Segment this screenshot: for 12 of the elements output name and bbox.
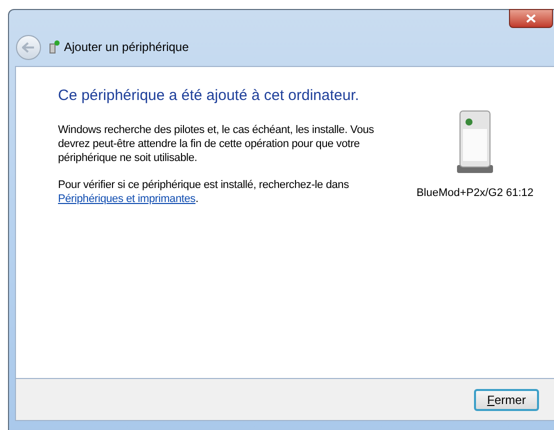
close-icon bbox=[526, 14, 536, 23]
device-add-icon bbox=[49, 40, 60, 54]
description-text: Windows recherche des pilotes et, le cas échéant, les installe. Vous devrez peut-être attendre la fin de cette opération pour que votre périphérique ne soit utilisable. bbox=[58, 122, 375, 164]
device-tower-icon bbox=[455, 109, 495, 175]
instruction-text: Pour vérifier si ce périphérique est installé, recherchez-le dans Périphériques et imprimantes. bbox=[58, 178, 350, 206]
close-dialog-button[interactable]: Fermer bbox=[474, 388, 539, 410]
window-title: Ajouter un périphérique bbox=[64, 39, 189, 56]
devices-printers-link[interactable]: Périphériques et imprimantes bbox=[58, 192, 196, 204]
device-name: BlueMod+P2x/G2 61:12 bbox=[416, 186, 534, 201]
close-button[interactable] bbox=[509, 9, 553, 28]
page-heading: Ce périphérique a été ajouté à cet ordinateur. bbox=[58, 86, 360, 106]
back-arrow-icon bbox=[22, 42, 35, 53]
